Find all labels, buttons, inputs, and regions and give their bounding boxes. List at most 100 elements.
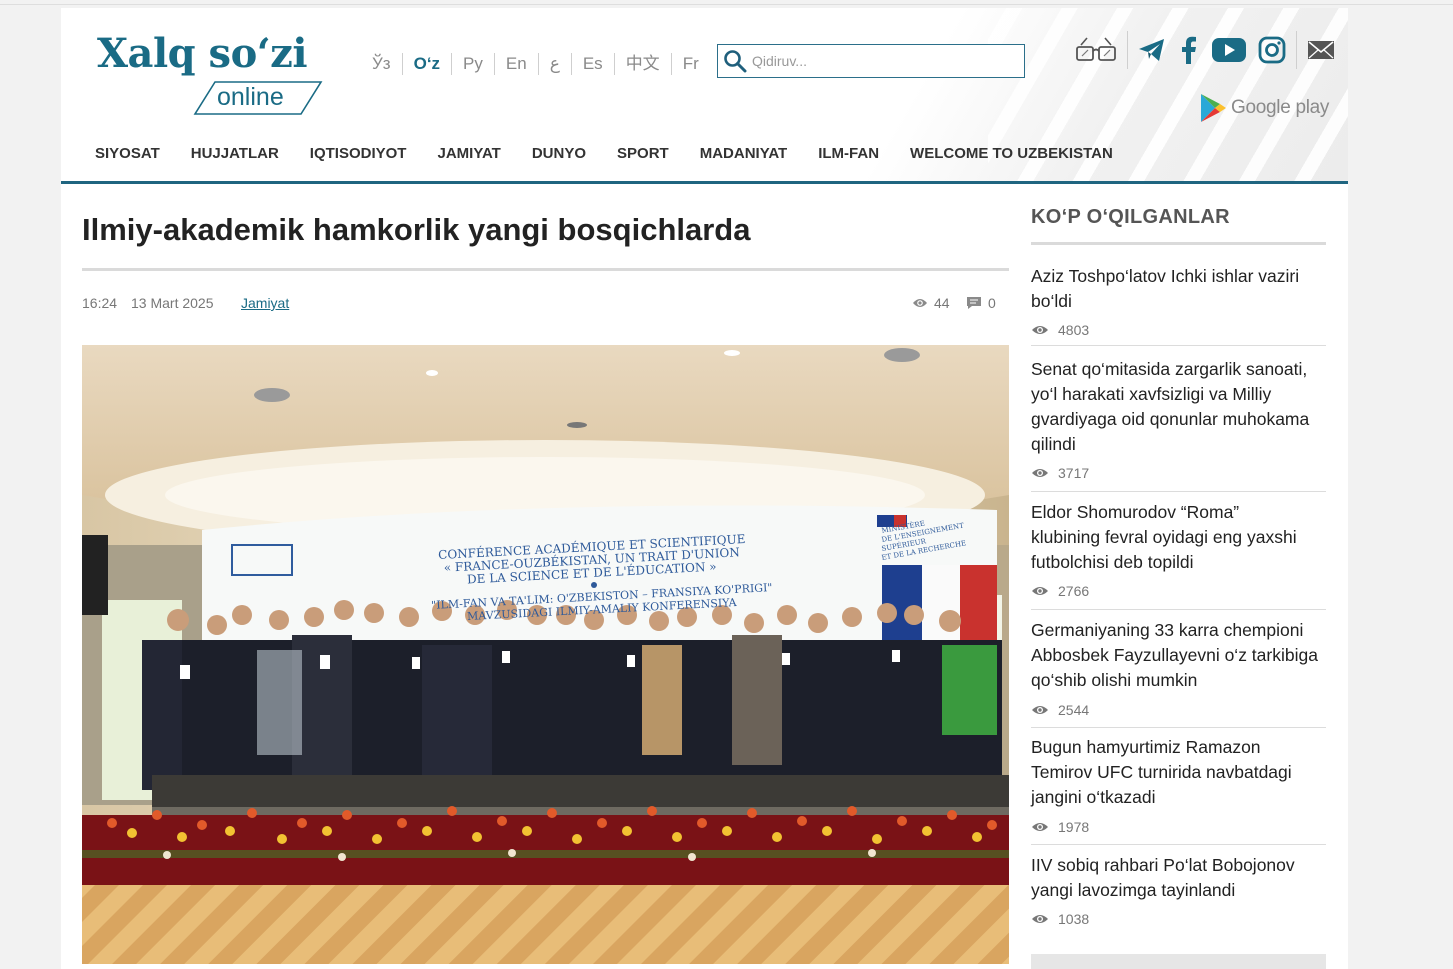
popular-item-title: Eldor Shomurodov “Roma” klubining fevral… [1031, 500, 1326, 575]
crowd [142, 635, 1002, 790]
lang-latin-uz[interactable]: O‘z [403, 53, 453, 75]
article-meta: 16:24 13 Mart 2025 Jamiyat 44 0 [82, 295, 1009, 315]
glasses-icon[interactable] [1075, 35, 1117, 65]
nav-hujjatlar[interactable]: HUJJATLAR [191, 145, 279, 162]
eye-icon [1032, 326, 1048, 334]
article-comments-count: 0 [988, 295, 996, 311]
popular-item-views: 1038 [1031, 911, 1089, 927]
popular-item-views-count: 4803 [1058, 322, 1090, 338]
sidebar-divider [1031, 242, 1326, 245]
popular-item-views-count: 2544 [1058, 702, 1090, 718]
popular-item-title-line: Abbosbek Fayzullayevni o‘z tarkibiga [1031, 645, 1318, 665]
site-logo[interactable]: Xalq so‘zi online [97, 30, 327, 120]
nav-siyosat[interactable]: SIYOSAT [95, 145, 160, 162]
eye-icon [1032, 469, 1048, 477]
popular-item[interactable]: Aziz Toshpo‘latov Ichki ishlar vaziri bo… [1031, 264, 1326, 346]
nav-sport[interactable]: SPORT [617, 145, 669, 162]
popular-item-title-line: futbolchisi deb topildi [1031, 552, 1194, 572]
popular-item-title-line: Eldor Shomurodov “Roma” [1031, 502, 1240, 522]
logo-sub: online [193, 80, 323, 115]
google-play-icon [1201, 94, 1226, 122]
language-switcher: Ўз O‘z Ру En ع Es 中文 Fr [361, 52, 710, 76]
nav-jamiyat[interactable]: JAMIYAT [437, 145, 500, 162]
article-photo: CONFÉRENCE ACADÉMIQUE ET SCIENTIFIQUE « … [82, 345, 1009, 964]
nav-dunyo[interactable]: DUNYO [532, 145, 586, 162]
header-icons [1069, 30, 1341, 70]
popular-item-title-line: Germaniyaning 33 karra chempioni [1031, 620, 1304, 640]
article-views: 44 [912, 295, 950, 311]
lang-cyrillic-uz[interactable]: Ўз [361, 53, 403, 75]
eye-icon [1032, 823, 1048, 831]
icon-separator [1127, 31, 1128, 69]
popular-item-title-line: Aziz Toshpo‘latov Ichki ishlar vaziri [1031, 266, 1300, 286]
telegram-icon[interactable] [1138, 37, 1166, 63]
popular-item-title-line: bo‘ldi [1031, 291, 1072, 311]
article-views-count: 44 [934, 295, 950, 311]
popular-item-title: Bugun hamyurtimiz Ramazon Temirov UFC tu… [1031, 735, 1326, 810]
article-comments[interactable]: 0 [966, 295, 996, 311]
popular-item[interactable]: Eldor Shomurodov “Roma” klubining fevral… [1031, 500, 1326, 610]
popular-item[interactable]: Germaniyaning 33 karra chempioni Abbosbe… [1031, 618, 1326, 728]
popular-item-views-count: 1038 [1058, 911, 1090, 927]
popular-item-title-line: Temirov UFC turnirida navbatdagi [1031, 762, 1292, 782]
google-play-label: Google play [1231, 97, 1330, 118]
nav-welcome[interactable]: WELCOME TO UZBEKISTAN [910, 145, 1113, 162]
popular-item-views: 1978 [1031, 819, 1089, 835]
popular-item-title-line: qilindi [1031, 434, 1076, 454]
comment-icon [967, 297, 981, 309]
article-date: 13 Mart 2025 [131, 295, 214, 311]
search-input[interactable] [752, 53, 1012, 69]
search-icon[interactable] [718, 45, 752, 77]
popular-item-title-line: jangini o‘tkazadi [1031, 787, 1156, 807]
popular-item-title-line: Senat qo‘mitasida zargarlik sanoati, [1031, 359, 1308, 379]
popular-item-title-line: qo‘shib olishi mumkin [1031, 670, 1198, 690]
popular-item[interactable]: Bugun hamyurtimiz Ramazon Temirov UFC tu… [1031, 735, 1326, 845]
popular-item-views: 4803 [1031, 322, 1089, 338]
nav-madaniyat[interactable]: MADANIYAT [700, 145, 788, 162]
google-play-link[interactable]: Google play [1199, 92, 1329, 124]
lang-fr[interactable]: Fr [672, 53, 710, 75]
popular-item-title: Aziz Toshpo‘latov Ichki ishlar vaziri bo… [1031, 264, 1326, 314]
instagram-icon[interactable] [1258, 36, 1286, 64]
article-time: 16:24 [82, 295, 118, 311]
nav-ilm-fan[interactable]: ILM-FAN [818, 145, 879, 162]
article-category-link[interactable]: Jamiyat [241, 295, 289, 311]
popular-item[interactable]: IIV sobiq rahbari Po‘lat Bobojonov yangi… [1031, 853, 1326, 938]
eye-icon [1032, 706, 1048, 714]
logo-sub-text: online [217, 83, 284, 111]
lang-ru[interactable]: Ру [452, 53, 495, 75]
eye-icon [913, 299, 927, 307]
popular-item-title-line: gvardiyaga oid qonunlar muhokama [1031, 409, 1310, 429]
popular-item[interactable]: Senat qo‘mitasida zargarlik sanoati, yo‘… [1031, 357, 1326, 492]
popular-item-views: 2544 [1031, 702, 1089, 718]
lang-zh[interactable]: 中文 [615, 53, 672, 75]
popular-item-views-count: 1978 [1058, 819, 1090, 835]
search-box [717, 44, 1025, 78]
browser-top-line [0, 4, 1453, 5]
nav-iqtisodiyot[interactable]: IQTISODIYOT [310, 145, 407, 162]
lang-ar[interactable]: ع [539, 53, 572, 75]
eye-icon [1032, 915, 1048, 923]
popular-item-views: 2766 [1031, 583, 1089, 599]
popular-item-title-line: IIV sobiq rahbari Po‘lat Bobojonov [1031, 855, 1295, 875]
page-container: Xalq so‘zi online Ўз O‘z Ру En ع Es 中文 F… [61, 8, 1348, 969]
icon-separator [1296, 31, 1297, 69]
sidebar-title: KO‘P O‘QILGANLAR [1031, 206, 1230, 228]
popular-item-views-count: 2766 [1058, 583, 1090, 599]
lang-es[interactable]: Es [572, 53, 615, 75]
popular-item-title: IIV sobiq rahbari Po‘lat Bobojonov yangi… [1031, 853, 1326, 903]
popular-item-title-line: Bugun hamyurtimiz Ramazon [1031, 737, 1261, 757]
youtube-icon[interactable] [1212, 37, 1246, 63]
title-divider [82, 268, 1009, 271]
lang-en[interactable]: En [495, 53, 539, 75]
popular-item-title-line: yangi lavozimga tayinlandi [1031, 880, 1236, 900]
logo-main-text: Xalq so‘zi [97, 30, 308, 77]
article-title: Ilmiy-akademik hamkorlik yangi bosqichla… [82, 212, 751, 247]
popular-item-title-line: klubining fevral oyidagi eng yaxshi [1031, 527, 1297, 547]
sidebar-banner-placeholder [1031, 954, 1326, 969]
mail-icon[interactable] [1307, 39, 1335, 61]
site-header: Xalq so‘zi online Ўз O‘z Ру En ع Es 中文 F… [61, 8, 1348, 184]
facebook-icon[interactable] [1178, 36, 1200, 64]
popular-item-title-line: yo‘l harakati xavfsizligi va Milliy [1031, 384, 1272, 404]
popular-item-title: Senat qo‘mitasida zargarlik sanoati, yo‘… [1031, 357, 1326, 457]
